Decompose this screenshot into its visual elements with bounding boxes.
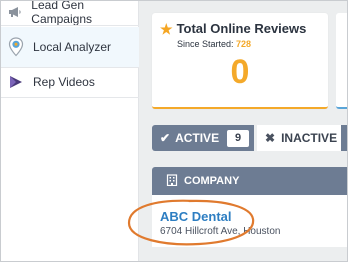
sidebar: Lead Gen Campaigns Local Analyzer Rep Vi… bbox=[1, 0, 139, 261]
column-header-label: COMPANY bbox=[184, 175, 240, 187]
close-icon: ✖ bbox=[265, 131, 276, 145]
sidebar-item-label: Lead Gen Campaigns bbox=[31, 0, 92, 26]
sidebar-divider bbox=[1, 97, 139, 98]
tab-active[interactable]: ✔ ACTIVE 9 bbox=[152, 125, 254, 151]
next-stat-card bbox=[336, 13, 347, 109]
sidebar-divider bbox=[1, 25, 139, 26]
since-started-value: 728 bbox=[236, 39, 252, 49]
company-name-link[interactable]: ABC Dental bbox=[160, 209, 232, 224]
total-reviews-card: ★ Total Online Reviews Since Started: 72… bbox=[152, 13, 328, 109]
company-address: 6704 Hillcroft Ave, Houston bbox=[160, 226, 281, 237]
inactive-count-badge bbox=[341, 125, 347, 151]
table-row[interactable]: ABC Dental 6704 Hillcroft Ave, Houston bbox=[152, 195, 347, 247]
active-count-badge: 9 bbox=[227, 129, 250, 147]
play-icon bbox=[5, 74, 27, 90]
card-title: ★ Total Online Reviews bbox=[160, 21, 306, 36]
tab-inactive[interactable]: ✖ INACTIVE bbox=[257, 125, 347, 151]
tab-active-label: ACTIVE bbox=[175, 131, 220, 145]
company-column-header[interactable]: COMPANY bbox=[152, 167, 347, 195]
main-content: ★ Total Online Reviews Since Started: 72… bbox=[140, 1, 347, 261]
megaphone-icon bbox=[5, 6, 25, 18]
sidebar-item-label: Rep Videos bbox=[33, 75, 95, 89]
sidebar-item-label: Local Analyzer bbox=[33, 40, 112, 54]
card-title-text: Total Online Reviews bbox=[176, 21, 307, 36]
app-window: Lead Gen Campaigns Local Analyzer Rep Vi… bbox=[0, 0, 348, 262]
checkmark-icon: ✔ bbox=[160, 131, 171, 145]
since-started-label: Since Started: bbox=[177, 39, 234, 49]
location-pin-icon bbox=[5, 37, 27, 57]
reviews-count: 0 bbox=[230, 53, 250, 91]
sidebar-item-rep-videos[interactable]: Rep Videos bbox=[1, 67, 139, 97]
building-icon bbox=[166, 173, 178, 189]
since-started: Since Started: 728 bbox=[177, 39, 251, 49]
sidebar-item-lead-gen-campaigns[interactable]: Lead Gen Campaigns bbox=[1, 0, 139, 26]
sidebar-item-local-analyzer[interactable]: Local Analyzer bbox=[1, 27, 139, 67]
star-icon: ★ bbox=[160, 20, 173, 37]
tab-inactive-label: INACTIVE bbox=[281, 131, 338, 145]
